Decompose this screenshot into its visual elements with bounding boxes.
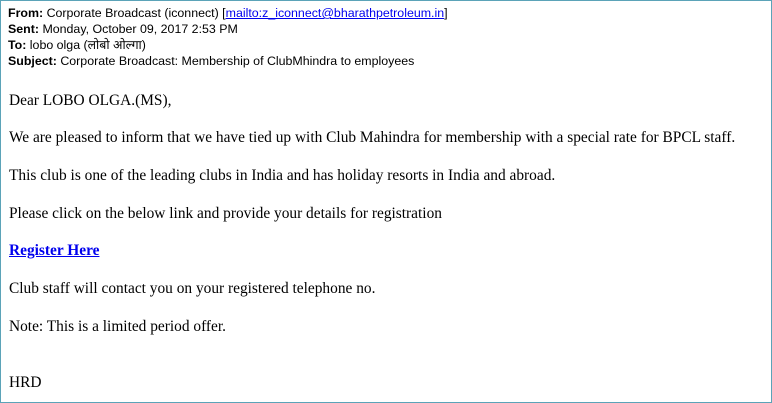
email-header: From: Corporate Broadcast (iconnect) [ma… bbox=[8, 5, 763, 69]
subject-line: Subject: Corporate Broadcast: Membership… bbox=[8, 53, 763, 69]
note-paragraph: Note: This is a limited period offer. bbox=[9, 318, 227, 335]
announcement-paragraph: We are pleased to inform that we have ti… bbox=[9, 129, 736, 146]
to-label: To: bbox=[8, 38, 27, 52]
subject-value: Corporate Broadcast: Membership of ClubM… bbox=[60, 54, 415, 68]
subject-label: Subject: bbox=[8, 54, 57, 68]
contact-paragraph: Club staff will contact you on your regi… bbox=[9, 280, 376, 297]
signature-text: HRD bbox=[9, 374, 42, 391]
from-line: From: Corporate Broadcast (iconnect) [ma… bbox=[8, 5, 763, 21]
to-value: lobo olga (लोबो ओल्गा) bbox=[29, 38, 146, 52]
sent-line: Sent: Monday, October 09, 2017 2:53 PM bbox=[8, 21, 763, 37]
sent-label: Sent: bbox=[8, 22, 39, 36]
from-value: Corporate Broadcast (iconnect) [ bbox=[46, 6, 226, 20]
sent-value: Monday, October 09, 2017 2:53 PM bbox=[42, 22, 238, 36]
from-email-link[interactable]: mailto:z_iconnect@bharathpetroleum.in bbox=[226, 6, 445, 20]
register-here-link[interactable]: Register Here bbox=[9, 242, 99, 259]
instruction-paragraph: Please click on the below link and provi… bbox=[9, 205, 442, 222]
from-bracket-close: ] bbox=[444, 6, 448, 20]
to-line: To: lobo olga (लोबो ओल्गा) bbox=[8, 37, 763, 53]
greeting-text: Dear LOBO OLGA.(MS), bbox=[9, 92, 172, 109]
from-label: From: bbox=[8, 6, 44, 20]
club-info-paragraph: This club is one of the leading clubs in… bbox=[9, 167, 556, 184]
email-window: From: Corporate Broadcast (iconnect) [ma… bbox=[0, 0, 772, 403]
